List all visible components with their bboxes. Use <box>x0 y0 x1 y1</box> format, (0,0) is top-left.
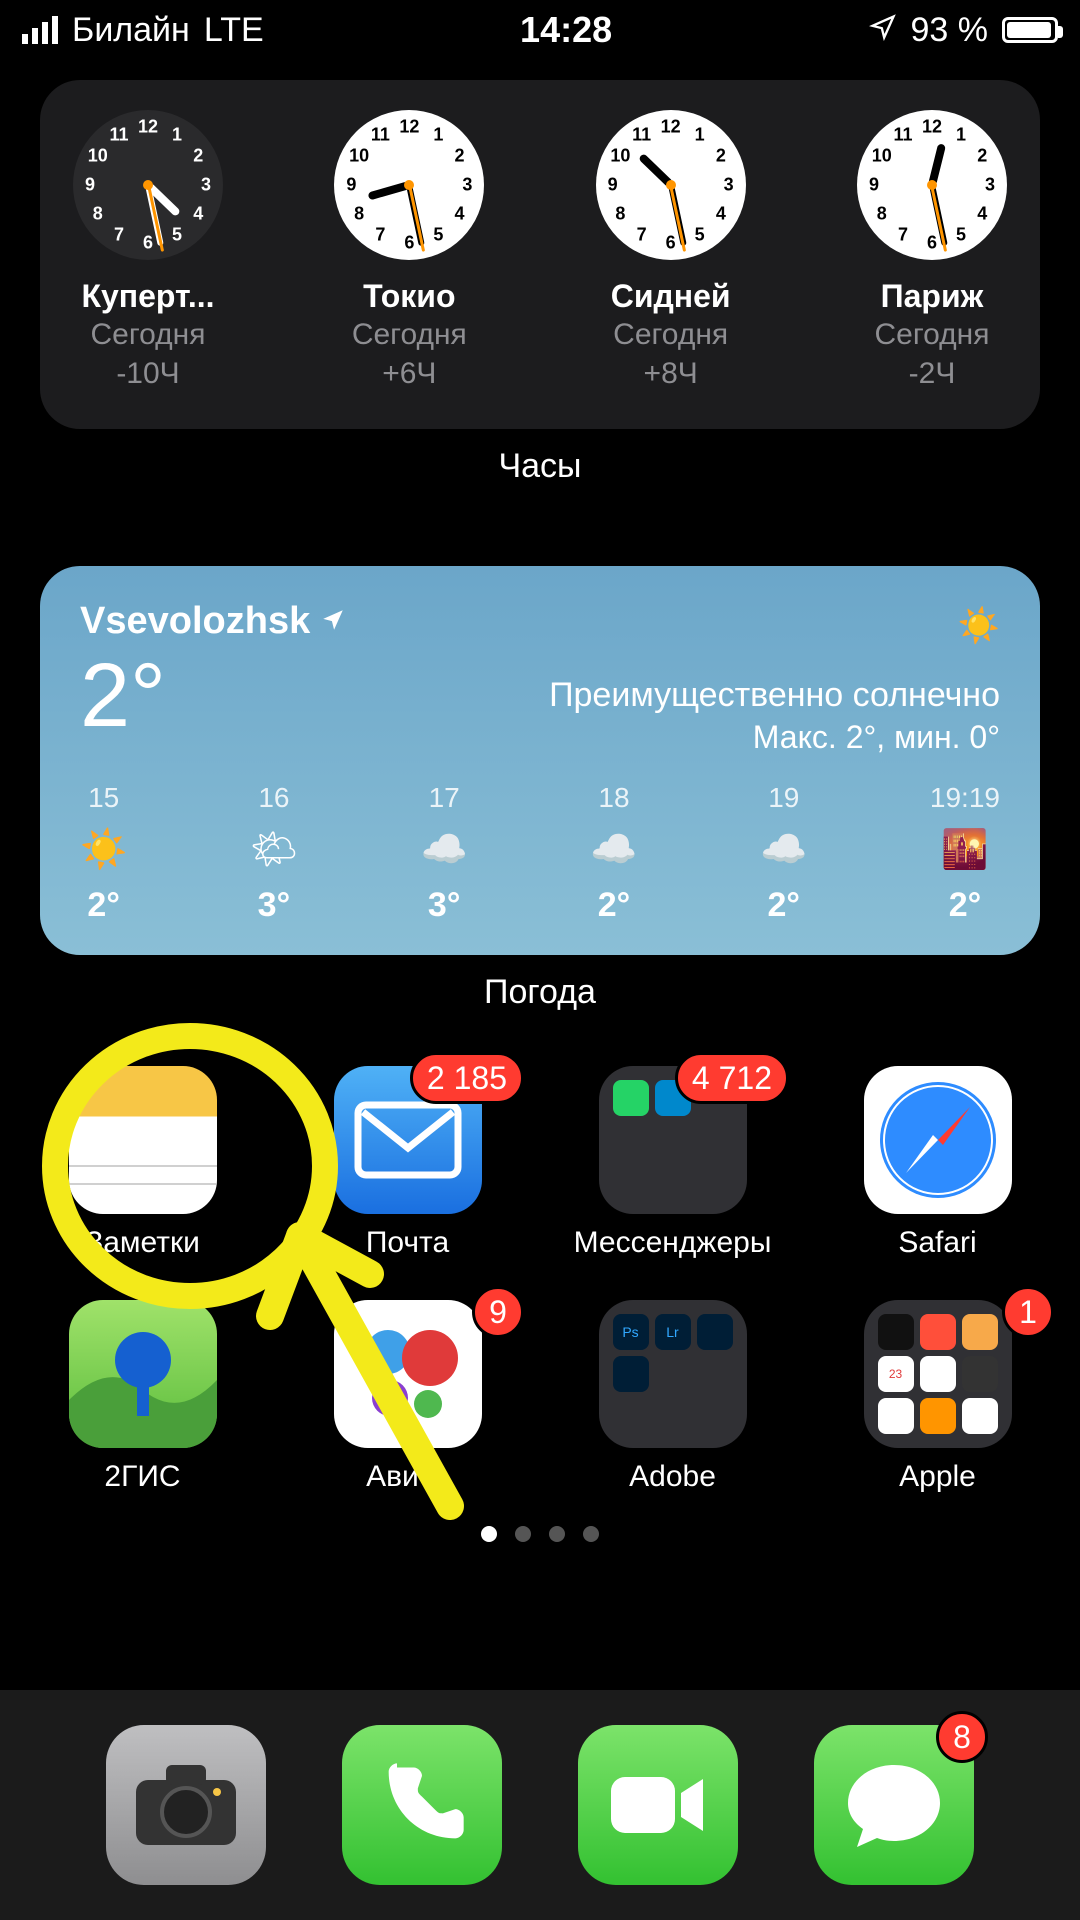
clock-day-label: Сегодня <box>852 315 1012 354</box>
app-label: Safari <box>835 1226 1040 1260</box>
safari-icon[interactable] <box>864 1066 1012 1214</box>
app-label: Мессенджеры <box>570 1226 775 1260</box>
app-Сообщения[interactable]: 8 <box>814 1725 974 1885</box>
hour-label: 19:19 <box>930 782 1000 814</box>
phone-icon[interactable] <box>342 1725 502 1885</box>
weather-hour: 16 🌤 3° <box>250 782 298 925</box>
battery-pct-label: 93 % <box>911 11 989 50</box>
world-clock-Париж[interactable]: 123456789101112ПарижСегодня-2Ч <box>852 110 1012 393</box>
page-dot[interactable] <box>515 1526 531 1542</box>
hour-label: 18 <box>590 782 637 814</box>
app-label: Заметки <box>40 1226 245 1260</box>
status-bar: Билайн LTE 14:28 93 % <box>0 0 1080 60</box>
page-dot[interactable] <box>481 1526 497 1542</box>
notes-icon[interactable] <box>69 1066 217 1214</box>
clock-offset-label: -10Ч <box>68 354 228 393</box>
camera-icon[interactable] <box>106 1725 266 1885</box>
app-Заметки[interactable]: Заметки <box>40 1066 245 1260</box>
weather-hour: 17 ☁️ 3° <box>421 782 468 925</box>
hour-temp: 2° <box>760 886 807 925</box>
app-Safari[interactable]: Safari <box>835 1066 1040 1260</box>
weather-hour: 15 ☀️ 2° <box>80 782 127 925</box>
hour-temp: 3° <box>421 886 468 925</box>
page-dot[interactable] <box>549 1526 565 1542</box>
notification-badge: 1 <box>1002 1286 1054 1338</box>
notification-badge: 4 712 <box>675 1052 789 1104</box>
app-2ГИС[interactable]: 2ГИС <box>40 1300 245 1494</box>
app-label: Авито <box>305 1460 510 1494</box>
world-clock-Куперт...[interactable]: 123456789101112Куперт...Сегодня-10Ч <box>68 110 228 393</box>
status-time: 14:28 <box>520 9 612 51</box>
weather-condition-icon: 🌇 <box>930 828 1000 872</box>
clock-offset-label: +6Ч <box>329 354 489 393</box>
hour-temp: 2° <box>930 886 1000 925</box>
app-Камера[interactable] <box>106 1725 266 1885</box>
clock-city-label: Токио <box>329 278 489 315</box>
hour-label: 19 <box>760 782 807 814</box>
world-clock-widget-label: Часы <box>40 447 1040 486</box>
clock-city-label: Куперт... <box>68 278 228 315</box>
app-Apple[interactable]: 231Apple <box>835 1300 1040 1494</box>
dock: 8 <box>0 1690 1080 1920</box>
sun-icon: ☀️ <box>549 606 1000 646</box>
app-label: Apple <box>835 1460 1040 1494</box>
weather-hour: 19 ☁️ 2° <box>760 782 807 925</box>
world-clock-Токио[interactable]: 123456789101112ТокиоСегодня+6Ч <box>329 110 489 393</box>
home-screen-apps: Заметки 2 185Почта 4 712Мессенджеры Safari 2… <box>40 1066 1040 1494</box>
weather-condition-icon: 🌤 <box>250 828 298 872</box>
folder-apple-icon[interactable]: 23 <box>864 1300 1012 1448</box>
app-label: Почта <box>305 1226 510 1260</box>
facetime-icon[interactable] <box>578 1725 738 1885</box>
2gis-icon[interactable] <box>69 1300 217 1448</box>
location-arrow-icon <box>869 11 897 50</box>
notification-badge: 2 185 <box>410 1052 524 1104</box>
weather-hour: 19:19 🌇 2° <box>930 782 1000 925</box>
signal-bars-icon <box>22 16 58 44</box>
app-label: 2ГИС <box>40 1460 245 1494</box>
carrier-label: Билайн <box>72 11 190 50</box>
folder-adobe-icon[interactable]: PsLr <box>599 1300 747 1448</box>
weather-condition-icon: ☁️ <box>590 828 637 872</box>
app-label: Adobe <box>570 1460 775 1494</box>
hour-temp: 2° <box>590 886 637 925</box>
location-arrow-icon <box>320 600 346 643</box>
app-Авито[interactable]: 9Авито <box>305 1300 510 1494</box>
clock-offset-label: +8Ч <box>591 354 751 393</box>
weather-widget[interactable]: Vsevolozhsk 2° ☀️ Преимущественно солнеч… <box>40 566 1040 955</box>
app-Мессенджеры[interactable]: 4 712Мессенджеры <box>570 1066 775 1260</box>
notification-badge: 8 <box>936 1711 988 1763</box>
network-label: LTE <box>204 11 264 50</box>
clock-day-label: Сегодня <box>68 315 228 354</box>
app-Adobe[interactable]: PsLr Adobe <box>570 1300 775 1494</box>
app-FaceTime[interactable] <box>578 1725 738 1885</box>
weather-condition-icon: ☁️ <box>421 828 468 872</box>
world-clock-Сидней[interactable]: 123456789101112СиднейСегодня+8Ч <box>591 110 751 393</box>
weather-condition: Преимущественно солнечно <box>549 676 1000 715</box>
clock-city-label: Париж <box>852 278 1012 315</box>
clock-day-label: Сегодня <box>591 315 751 354</box>
weather-condition-icon: ☁️ <box>760 828 807 872</box>
page-indicator[interactable] <box>40 1526 1040 1542</box>
hour-label: 17 <box>421 782 468 814</box>
app-Телефон[interactable] <box>342 1725 502 1885</box>
avito-icon[interactable] <box>334 1300 482 1448</box>
weather-location: Vsevolozhsk <box>80 600 346 643</box>
world-clock-widget[interactable]: 123456789101112Куперт...Сегодня-10Ч 12345… <box>40 80 1040 429</box>
hour-temp: 2° <box>80 886 127 925</box>
hour-label: 16 <box>250 782 298 814</box>
notification-badge: 9 <box>472 1286 524 1338</box>
weather-hour: 18 ☁️ 2° <box>590 782 637 925</box>
clock-day-label: Сегодня <box>329 315 489 354</box>
battery-icon <box>1002 17 1058 43</box>
clock-city-label: Сидней <box>591 278 751 315</box>
app-Почта[interactable]: 2 185Почта <box>305 1066 510 1260</box>
page-dot[interactable] <box>583 1526 599 1542</box>
weather-condition-icon: ☀️ <box>80 828 127 872</box>
weather-current-temp: 2° <box>80 651 346 741</box>
hour-temp: 3° <box>250 886 298 925</box>
weather-range: Макс. 2°, мин. 0° <box>549 719 1000 756</box>
clock-offset-label: -2Ч <box>852 354 1012 393</box>
hour-label: 15 <box>80 782 127 814</box>
weather-widget-label: Погода <box>40 973 1040 1012</box>
